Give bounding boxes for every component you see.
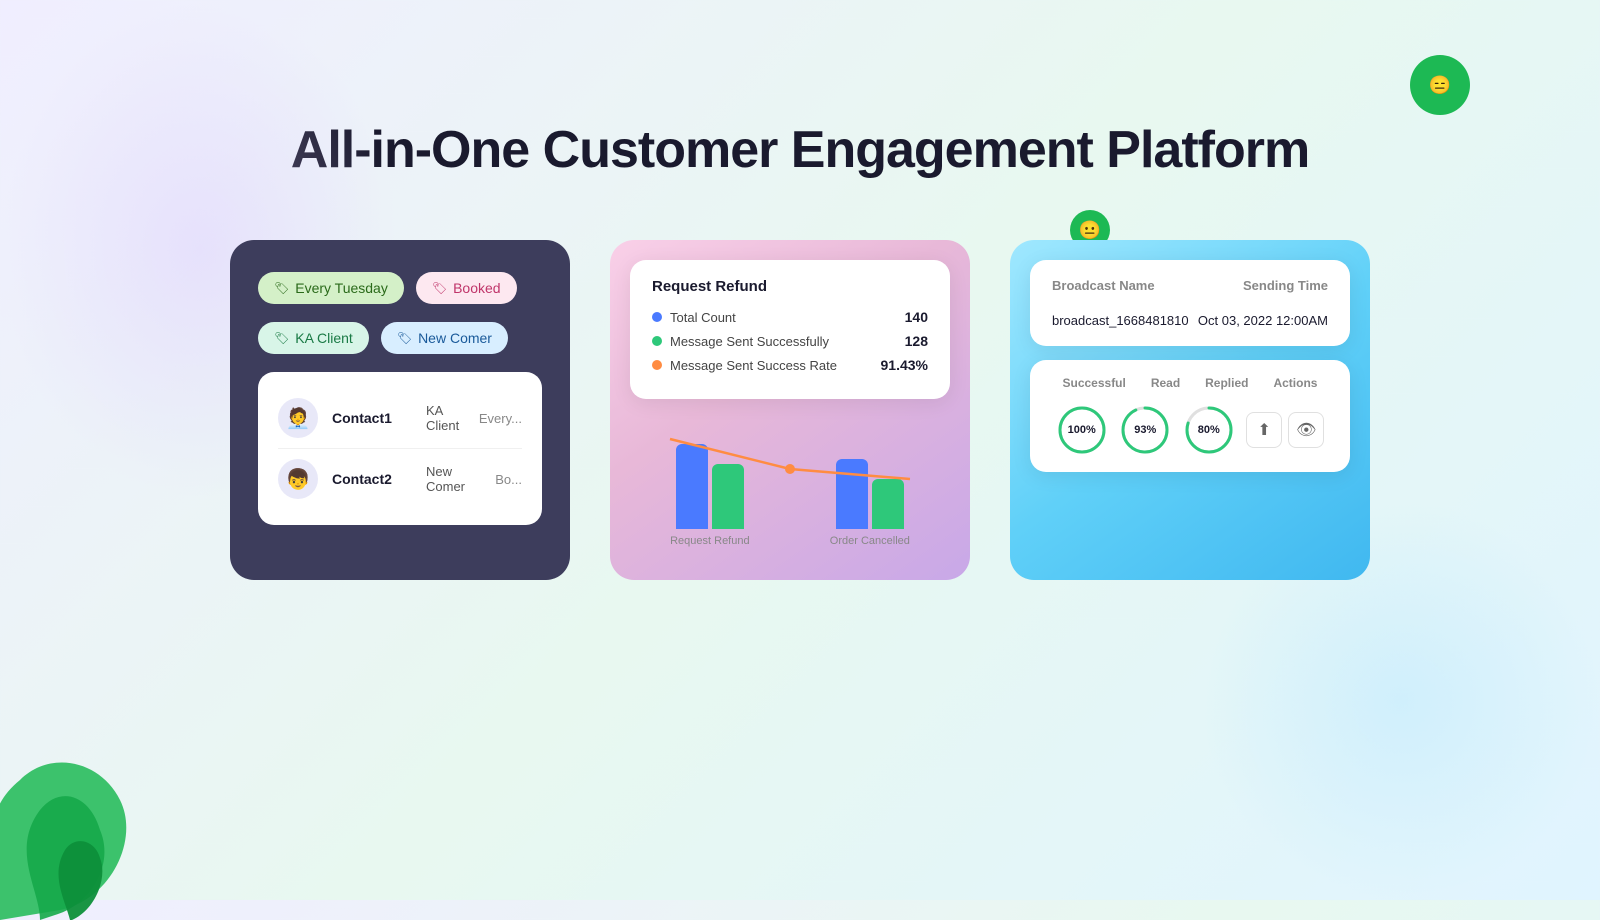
analytics-value-0: 140 bbox=[905, 309, 928, 325]
stat-label-2: Message Sent Success Rate bbox=[670, 358, 837, 373]
avatar-contact2: 👦 bbox=[278, 459, 318, 499]
circle-value-80: 80% bbox=[1198, 424, 1220, 436]
analytics-label-sent: Message Sent Successfully bbox=[652, 334, 829, 349]
tag-booked-label: Booked bbox=[453, 280, 500, 296]
chart-label-1: Request Refund bbox=[670, 535, 750, 547]
stat-header-read: Read bbox=[1151, 376, 1180, 390]
bar-group-1 bbox=[676, 444, 744, 529]
contact1-tag: KA Client bbox=[426, 403, 465, 433]
circle-stat-read: 93% bbox=[1119, 404, 1171, 456]
tag-ka-icon: 🏷 bbox=[274, 331, 289, 345]
leaf-decoration bbox=[0, 700, 160, 920]
action-icons: ⬆ 👁 bbox=[1246, 412, 1324, 448]
stat-header-actions: Actions bbox=[1273, 376, 1317, 390]
dot-blue bbox=[652, 312, 662, 322]
line-chart bbox=[610, 409, 970, 529]
tags-row-1: 🏷 Every Tuesday 🏷 Booked bbox=[258, 272, 542, 304]
tag-ka-client[interactable]: 🏷 KA Client bbox=[258, 322, 369, 354]
table-row: 👦 Contact2 New Comer Bo... bbox=[278, 449, 522, 509]
tag-newcomer-icon: 🏷 bbox=[397, 331, 412, 345]
export-icon[interactable]: ⬆ bbox=[1246, 412, 1282, 448]
tag-new-comer[interactable]: 🏷 New Comer bbox=[381, 322, 508, 354]
deco-face-small: 😐 bbox=[1079, 220, 1101, 241]
broadcast-col-name: Broadcast Name bbox=[1052, 278, 1155, 293]
card-analytics: Request Refund Total Count 140 Message S… bbox=[610, 240, 970, 580]
stats-row: 100% 93% 80% bbox=[1050, 404, 1330, 456]
dot-orange bbox=[652, 360, 662, 370]
stat-header-successful: Successful bbox=[1062, 376, 1125, 390]
contact2-name: Contact2 bbox=[332, 471, 412, 487]
tag-booked-icon: 🏷 bbox=[432, 281, 447, 295]
broadcast-table-header: Broadcast Name Sending Time bbox=[1052, 278, 1328, 293]
analytics-row-total: Total Count 140 bbox=[652, 309, 928, 325]
avatar-contact1: 🧑‍💼 bbox=[278, 398, 318, 438]
broadcast-col-time: Sending Time bbox=[1243, 278, 1328, 293]
chart-bars bbox=[610, 409, 970, 529]
dot-green bbox=[652, 336, 662, 346]
tag-booked[interactable]: 🏷 Booked bbox=[416, 272, 517, 304]
circle-value-100: 100% bbox=[1068, 424, 1096, 436]
stat-label-0: Total Count bbox=[670, 310, 736, 325]
analytics-row-sent: Message Sent Successfully 128 bbox=[652, 333, 928, 349]
contact1-extra: Every... bbox=[479, 411, 522, 426]
card-broadcast: Broadcast Name Sending Time broadcast_16… bbox=[1010, 240, 1370, 580]
bar-green-2 bbox=[872, 479, 904, 529]
circle-stat-successful: 100% bbox=[1056, 404, 1108, 456]
chart-container: Request Refund Order Cancelled bbox=[610, 409, 970, 559]
contact2-tag: New Comer bbox=[426, 464, 481, 494]
stat-header-replied: Replied bbox=[1205, 376, 1248, 390]
bar-group-2 bbox=[836, 459, 904, 529]
analytics-value-1: 128 bbox=[905, 333, 928, 349]
circle-value-93: 93% bbox=[1134, 424, 1156, 436]
broadcast-name-value: broadcast_1668481810 bbox=[1052, 313, 1189, 328]
cards-container: 🏷 Every Tuesday 🏷 Booked 🏷 KA Client 🏷 N… bbox=[0, 240, 1600, 580]
stats-panel: Successful Read Replied Actions 100% bbox=[1030, 360, 1350, 472]
analytics-label-rate: Message Sent Success Rate bbox=[652, 358, 837, 373]
bar-blue-2 bbox=[836, 459, 868, 529]
tag-tuesday-icon: 🏷 bbox=[274, 281, 289, 295]
analytics-panel: Request Refund Total Count 140 Message S… bbox=[630, 260, 950, 399]
chart-label-2: Order Cancelled bbox=[830, 535, 910, 547]
analytics-title: Request Refund bbox=[652, 278, 928, 295]
deco-face-large: 😑 bbox=[1429, 75, 1451, 96]
tag-ka-label: KA Client bbox=[295, 330, 353, 346]
contact2-extra: Bo... bbox=[495, 472, 522, 487]
broadcast-time-value: Oct 03, 2022 12:00AM bbox=[1198, 313, 1328, 328]
broadcast-table: Broadcast Name Sending Time broadcast_16… bbox=[1030, 260, 1350, 346]
contacts-list: 🧑‍💼 Contact1 KA Client Every... 👦 Contac… bbox=[258, 372, 542, 525]
analytics-value-2: 91.43% bbox=[881, 357, 928, 373]
bar-blue-1 bbox=[676, 444, 708, 529]
table-row: 🧑‍💼 Contact1 KA Client Every... bbox=[278, 388, 522, 449]
tag-every-tuesday[interactable]: 🏷 Every Tuesday bbox=[258, 272, 404, 304]
tags-row-2: 🏷 KA Client 🏷 New Comer bbox=[258, 322, 542, 354]
view-icon[interactable]: 👁 bbox=[1288, 412, 1324, 448]
deco-circle-large: 😑 bbox=[1410, 55, 1470, 115]
contact1-name: Contact1 bbox=[332, 410, 412, 426]
stats-header: Successful Read Replied Actions bbox=[1050, 376, 1330, 390]
stat-label-1: Message Sent Successfully bbox=[670, 334, 829, 349]
tag-newcomer-label: New Comer bbox=[418, 330, 492, 346]
tag-tuesday-label: Every Tuesday bbox=[295, 280, 388, 296]
card-contacts: 🏷 Every Tuesday 🏷 Booked 🏷 KA Client 🏷 N… bbox=[230, 240, 570, 580]
circle-stat-replied: 80% bbox=[1183, 404, 1235, 456]
broadcast-data-row: broadcast_1668481810 Oct 03, 2022 12:00A… bbox=[1052, 313, 1328, 328]
analytics-label-total: Total Count bbox=[652, 310, 736, 325]
page-title: All-in-One Customer Engagement Platform bbox=[0, 0, 1600, 180]
chart-labels: Request Refund Order Cancelled bbox=[610, 529, 970, 559]
analytics-row-rate: Message Sent Success Rate 91.43% bbox=[652, 357, 928, 373]
bar-green-1 bbox=[712, 464, 744, 529]
